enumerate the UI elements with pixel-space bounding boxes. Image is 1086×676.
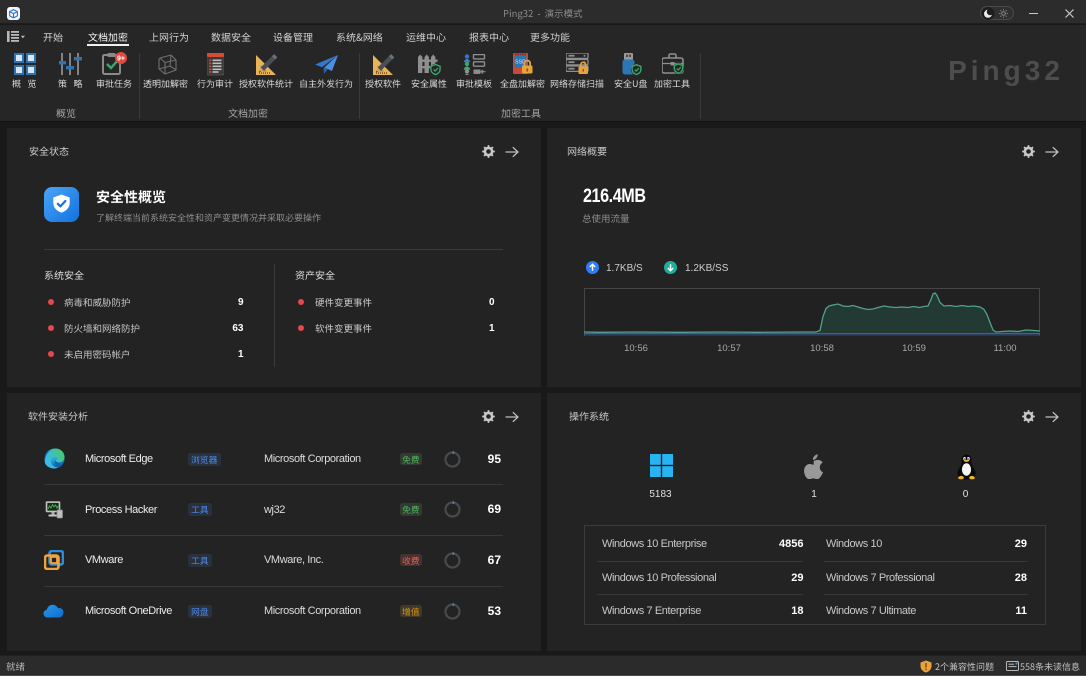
svg-text:9+: 9+: [117, 55, 125, 62]
